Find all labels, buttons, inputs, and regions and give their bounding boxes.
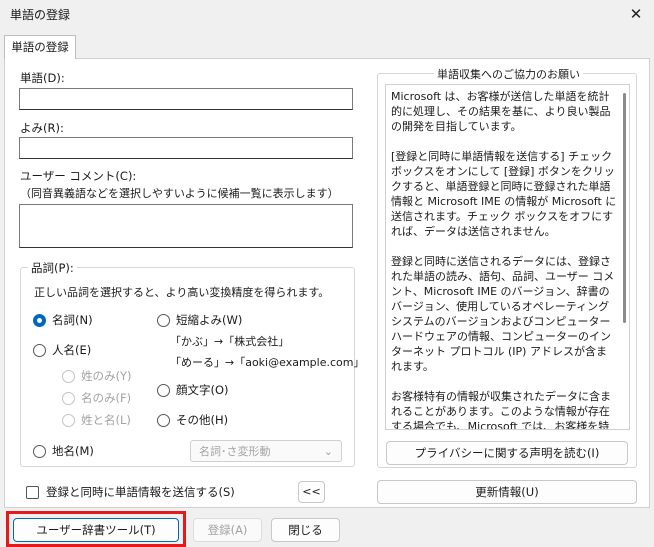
- update-info-button[interactable]: 更新情報(U): [377, 480, 637, 504]
- window-title: 単語の登録: [10, 8, 71, 22]
- radio-emoticon[interactable]: 顔文字(O): [157, 382, 229, 398]
- radio-person-label: 人名(E): [52, 343, 92, 357]
- user-dictionary-tool-button[interactable]: ユーザー辞書ツール(T): [13, 518, 179, 542]
- radio-surname-only: 姓のみ(Y): [62, 368, 132, 384]
- radio-place[interactable]: 地名(M): [33, 443, 94, 459]
- comment-input[interactable]: [19, 204, 353, 248]
- pos-subtype-value: 名詞･さ変形動: [199, 445, 271, 458]
- radio-noun-label: 名詞(N): [52, 313, 93, 327]
- radio-given-only: 名のみ(F): [62, 390, 131, 406]
- radio-emoticon-label: 顔文字(O): [176, 383, 229, 397]
- collapse-button[interactable]: <<: [298, 481, 325, 503]
- radio-other[interactable]: その他(H): [157, 412, 228, 428]
- chevron-down-icon: ⌄: [323, 444, 333, 458]
- radio-noun[interactable]: 名詞(N): [33, 312, 93, 328]
- info-text-box[interactable]: Microsoft は、お客様が送信した単語を統計的に処理し、その結果を基に、よ…: [385, 84, 630, 430]
- close-button[interactable]: 閉じる: [271, 518, 340, 542]
- radio-button-selected[interactable]: [33, 313, 46, 327]
- reading-input[interactable]: [19, 137, 353, 159]
- send-word-info-label: 登録と同時に単語情報を送信する(S): [46, 485, 235, 499]
- privacy-statement-button[interactable]: プライバシーに関する声明を読む(I): [386, 441, 628, 465]
- radio-button-disabled: [62, 413, 75, 427]
- comment-hint: （同音異義語などを選択しやすいように候補一覧に表示します）: [20, 187, 339, 200]
- radio-short[interactable]: 短縮よみ(W): [157, 312, 242, 328]
- word-label: 単語(D):: [20, 71, 65, 85]
- radio-button[interactable]: [157, 413, 170, 427]
- close-icon[interactable]: ✕: [624, 2, 648, 26]
- radio-given-only-label: 名のみ(F): [81, 391, 132, 405]
- pos-subtype-select: 名詞･さ変形動 ⌄: [190, 440, 342, 462]
- radio-button-disabled: [62, 391, 75, 405]
- pos-description: 正しい品詞を選択すると、より高い変換精度を得られます。: [34, 286, 330, 299]
- register-button: 登録(A): [193, 518, 262, 542]
- info-paragraph: 登録と同時に送信されるデータには、登録された単語の読み、語句、品詞、ユーザー コ…: [391, 255, 615, 373]
- info-paragraph: Microsoft は、お客様が送信した単語を統計的に処理し、その結果を基に、よ…: [391, 90, 611, 133]
- radio-button-disabled: [62, 369, 75, 383]
- reading-label: よみ(R):: [20, 121, 64, 135]
- radio-person[interactable]: 人名(E): [33, 342, 91, 358]
- info-paragraph: [登録と同時に単語情報を送信する] チェック ボックスをオンにして [登録] ボ…: [391, 150, 617, 238]
- radio-button[interactable]: [33, 343, 46, 357]
- info-legend: 単語収集へのご協力のお願い: [434, 66, 583, 82]
- radio-short-label: 短縮よみ(W): [176, 313, 243, 327]
- checkbox-box[interactable]: [26, 485, 39, 499]
- radio-button[interactable]: [157, 383, 170, 397]
- short-example-2: 「めーる」→「aoki@example.com」: [170, 356, 365, 369]
- radio-place-label: 地名(M): [52, 444, 94, 458]
- pos-legend: 品詞(P):: [28, 260, 77, 276]
- short-example-1: 「かぶ」→「株式会社」: [170, 335, 290, 348]
- radio-button[interactable]: [33, 444, 46, 458]
- radio-button[interactable]: [157, 313, 170, 327]
- tab-word-registration[interactable]: 単語の登録: [4, 35, 76, 59]
- word-input[interactable]: [19, 88, 353, 110]
- radio-other-label: その他(H): [176, 413, 229, 427]
- info-paragraph: お客様特有の情報が収集されたデータに含まれることがあります。このような情報が存在…: [391, 390, 611, 430]
- radio-surname-only-label: 姓のみ(Y): [81, 369, 132, 383]
- comment-label: ユーザー コメント(C):: [20, 169, 137, 183]
- send-word-info-checkbox[interactable]: 登録と同時に単語情報を送信する(S): [26, 484, 235, 500]
- scrollbar-thumb[interactable]: [623, 93, 626, 323]
- radio-full-name: 姓と名(L): [62, 412, 131, 428]
- radio-full-name-label: 姓と名(L): [81, 413, 131, 427]
